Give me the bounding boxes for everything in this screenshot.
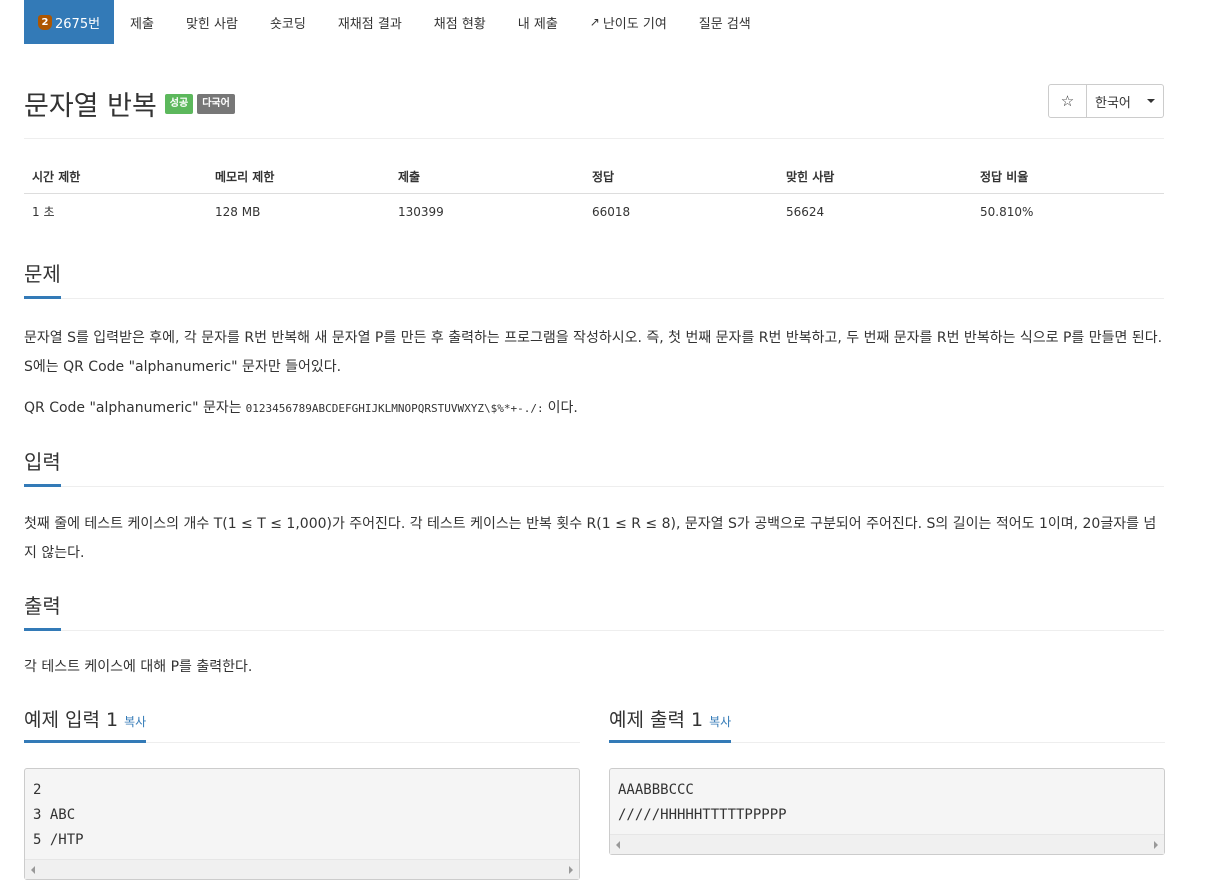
- sample-input-line: 2: [33, 782, 42, 798]
- sample-input-line: 3 ABC: [33, 807, 76, 823]
- tab-my-submissions[interactable]: 내 제출: [502, 0, 574, 44]
- problem-description-charset: QR Code "alphanumeric" 문자는 0123456789ABCD…: [24, 394, 1164, 423]
- tab-solvers[interactable]: 맞힌 사람: [170, 0, 254, 44]
- tab-difficulty-label: 난이도 기여: [602, 16, 667, 32]
- tier-badge-icon: 2: [38, 14, 52, 30]
- problem-info-table: 시간 제한 메모리 제한 제출 정답 맞힌 사람 정답 비율 1 초 128 M…: [24, 160, 1164, 230]
- external-link-icon: ↗: [589, 15, 600, 29]
- language-label: 한국어: [1095, 95, 1131, 111]
- charset-code: 0123456789ABCDEFGHIJKLMNOPQRSTUVWXYZ\$%*…: [245, 402, 544, 415]
- page-title: 문자열 반복: [24, 91, 157, 122]
- output-section-title: 출력: [24, 590, 61, 631]
- sample-output-box[interactable]: AAABBBCCC /////HHHHHTTTTTPPPPP: [609, 768, 1165, 855]
- value-submissions: 130399: [398, 204, 444, 219]
- tab-submit[interactable]: 제출: [114, 0, 170, 44]
- sample-input-code: 2 3 ABC 5 /HTP: [25, 769, 579, 859]
- table-header-row: 시간 제한 메모리 제한 제출 정답 맞힌 사람 정답 비율: [24, 160, 1164, 194]
- horizontal-scrollbar[interactable]: [610, 834, 1164, 854]
- scroll-right-icon[interactable]: [1154, 841, 1158, 849]
- value-accepted: 66018: [592, 204, 631, 219]
- sample-input-title: 예제 입력 1: [24, 709, 119, 731]
- title-row: 문자열 반복 성공 다국어: [24, 84, 235, 123]
- sample-output-header: 예제 출력 1 복사: [609, 705, 1165, 743]
- caret-down-icon: [1147, 99, 1155, 103]
- value-ratio: 50.810%: [980, 204, 1034, 219]
- tab-difficulty-contribution[interactable]: ↗ 난이도 기여: [574, 0, 683, 44]
- tab-judge-status[interactable]: 채점 현황: [418, 0, 502, 44]
- input-section-title: 입력: [24, 446, 61, 487]
- tab-problem[interactable]: 2 2675번: [24, 0, 115, 44]
- output-section-header: 출력: [24, 590, 1164, 631]
- sample-input-box[interactable]: 2 3 ABC 5 /HTP: [24, 768, 580, 880]
- sample-input-header: 예제 입력 1 복사: [24, 705, 580, 743]
- input-section-header: 입력: [24, 446, 1164, 487]
- header-ratio: 정답 비율: [972, 160, 1164, 194]
- sample-output-title-wrap: 예제 출력 1 복사: [609, 705, 732, 743]
- output-description: 각 테스트 케이스에 대해 P를 출력한다.: [24, 659, 253, 675]
- header-memory-limit: 메모리 제한: [207, 160, 390, 194]
- tab-short-coding[interactable]: 숏코딩: [254, 0, 322, 44]
- horizontal-scrollbar[interactable]: [25, 859, 579, 879]
- title-divider: [24, 138, 1164, 139]
- header-solvers: 맞힌 사람: [778, 160, 972, 194]
- copy-input-button[interactable]: 복사: [124, 715, 146, 729]
- sample-output-code: AAABBBCCC /////HHHHHTTTTTPPPPP: [610, 769, 1164, 834]
- header-accepted: 정답: [584, 160, 778, 194]
- sample-output-title: 예제 출력 1: [609, 709, 704, 731]
- scroll-right-icon[interactable]: [569, 866, 573, 874]
- value-time-limit: 1 초: [32, 205, 55, 220]
- tab-question-search[interactable]: 질문 검색: [683, 0, 767, 44]
- header-time-limit: 시간 제한: [24, 160, 207, 194]
- problem-nav: 2 2675번 제출 맞힌 사람 숏코딩 재채점 결과 채점 현황 내 제출 ↗…: [24, 0, 767, 44]
- title-actions: ☆ 한국어: [1048, 84, 1164, 118]
- tab-rejudge-results[interactable]: 재채점 결과: [322, 0, 418, 44]
- charset-suffix: 이다.: [547, 400, 578, 416]
- tab-problem-label: 2675번: [55, 16, 101, 32]
- star-icon: ☆: [1060, 92, 1075, 110]
- sample-output-line: AAABBBCCC: [618, 782, 694, 798]
- copy-output-button[interactable]: 복사: [709, 715, 731, 729]
- problem-section-header: 문제: [24, 258, 1164, 299]
- problem-section-title: 문제: [24, 258, 61, 299]
- charset-prefix: QR Code "alphanumeric" 문자는: [24, 400, 242, 416]
- language-dropdown[interactable]: 한국어: [1087, 84, 1164, 118]
- value-solvers: 56624: [786, 204, 825, 219]
- table-row: 1 초 128 MB 130399 66018 56624 50.810%: [24, 194, 1164, 230]
- header-submissions: 제출: [390, 160, 584, 194]
- success-badge: 성공: [164, 93, 194, 114]
- scroll-left-icon[interactable]: [616, 841, 620, 849]
- scroll-left-icon[interactable]: [31, 866, 35, 874]
- star-button[interactable]: ☆: [1048, 84, 1087, 118]
- multilang-badge: 다국어: [197, 93, 235, 114]
- problem-description: 문자열 S를 입력받은 후에, 각 문자를 R번 반복해 새 문자열 P를 만든…: [24, 330, 1163, 375]
- sample-output-line: /////HHHHHTTTTTPPPPP: [618, 807, 787, 823]
- sample-input-line: 5 /HTP: [33, 832, 84, 848]
- input-description: 첫째 줄에 테스트 케이스의 개수 T(1 ≤ T ≤ 1,000)가 주어진다…: [24, 516, 1157, 561]
- value-memory-limit: 128 MB: [215, 204, 261, 219]
- sample-input-title-wrap: 예제 입력 1 복사: [24, 705, 147, 743]
